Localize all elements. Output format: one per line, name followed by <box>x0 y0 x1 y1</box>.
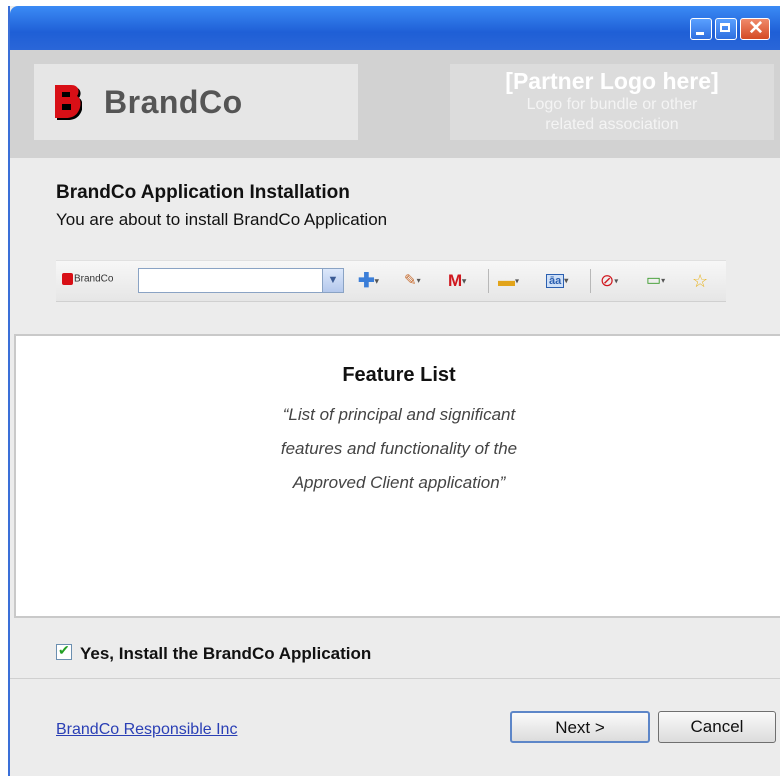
brandco-mini-logo-icon <box>62 273 73 285</box>
battery-icon[interactable]: ▭▾ <box>646 270 665 292</box>
block-icon[interactable]: ⊘▾ <box>600 270 618 292</box>
toolbar-separator <box>590 269 591 293</box>
cancel-button-label: Cancel <box>690 717 744 736</box>
mail-icon[interactable]: M▾ <box>448 270 466 292</box>
title-bar[interactable]: ✕ <box>10 6 780 50</box>
feature-list-panel: Feature List “List of principal and sign… <box>14 334 780 618</box>
toolbar-separator <box>488 269 489 293</box>
partner-title: [Partner Logo here] <box>505 68 719 94</box>
translate-icon[interactable]: āa ▾ <box>546 270 568 292</box>
feature-desc-line3: Approved Client application” <box>292 473 506 492</box>
feature-desc-line2: features and functionality of the <box>280 439 518 458</box>
install-checkbox[interactable] <box>56 642 72 660</box>
add-icon[interactable]: ✚▾ <box>358 270 379 292</box>
maximize-button[interactable] <box>715 18 737 40</box>
toolbar-brand: BrandCo <box>62 273 113 285</box>
partner-sub-line1: Logo for bundle or other <box>526 96 698 113</box>
partner-logo-placeholder: [Partner Logo here] Logo for bundle or o… <box>450 64 774 140</box>
next-button[interactable]: Next > <box>510 711 650 743</box>
minimize-button[interactable] <box>690 18 712 40</box>
next-button-label: Next > <box>555 718 605 737</box>
toolbar-preview: BrandCo ▼ ✚▾ ✎▾ M▾ ▬▾ āa ▾ ⊘▾ ▭▾ ☆ <box>56 260 726 302</box>
cancel-button[interactable]: Cancel <box>658 711 776 743</box>
installer-window: ✕ BrandCo [Partner Logo here] Logo for b… <box>8 6 780 776</box>
feature-list-title: Feature List <box>342 364 456 386</box>
install-header: BrandCo Application Installation You are… <box>10 158 780 334</box>
footer: BrandCo Responsible Inc Next > Cancel <box>10 679 780 776</box>
banner: BrandCo [Partner Logo here] Logo for bun… <box>10 50 780 159</box>
page-subtitle: You are about to install BrandCo Applica… <box>56 210 388 229</box>
brandco-logo-icon <box>55 85 82 120</box>
partner-sub-line2: related association <box>545 116 679 133</box>
page-title: BrandCo Application Installation <box>56 182 350 203</box>
install-checkbox-label[interactable]: Yes, Install the BrandCo Application <box>80 644 371 664</box>
brand-logo-box: BrandCo <box>34 64 358 140</box>
feature-list-description: “List of principal and significant featu… <box>16 398 780 500</box>
company-link[interactable]: BrandCo Responsible Inc <box>56 721 237 739</box>
ticket-icon[interactable]: ✎▾ <box>404 270 421 292</box>
toolbar-search-combo[interactable]: ▼ <box>138 268 344 293</box>
close-button[interactable]: ✕ <box>740 18 770 40</box>
comment-icon[interactable]: ▬▾ <box>498 270 519 292</box>
close-icon: ✕ <box>748 18 764 39</box>
brand-name: BrandCo <box>104 84 243 120</box>
star-icon[interactable]: ☆ <box>692 270 708 292</box>
chevron-down-icon[interactable]: ▼ <box>322 269 343 292</box>
install-confirm-row: Yes, Install the BrandCo Application <box>10 618 780 679</box>
feature-desc-line1: “List of principal and significant <box>282 405 516 424</box>
toolbar-brand-label: BrandCo <box>74 273 114 285</box>
